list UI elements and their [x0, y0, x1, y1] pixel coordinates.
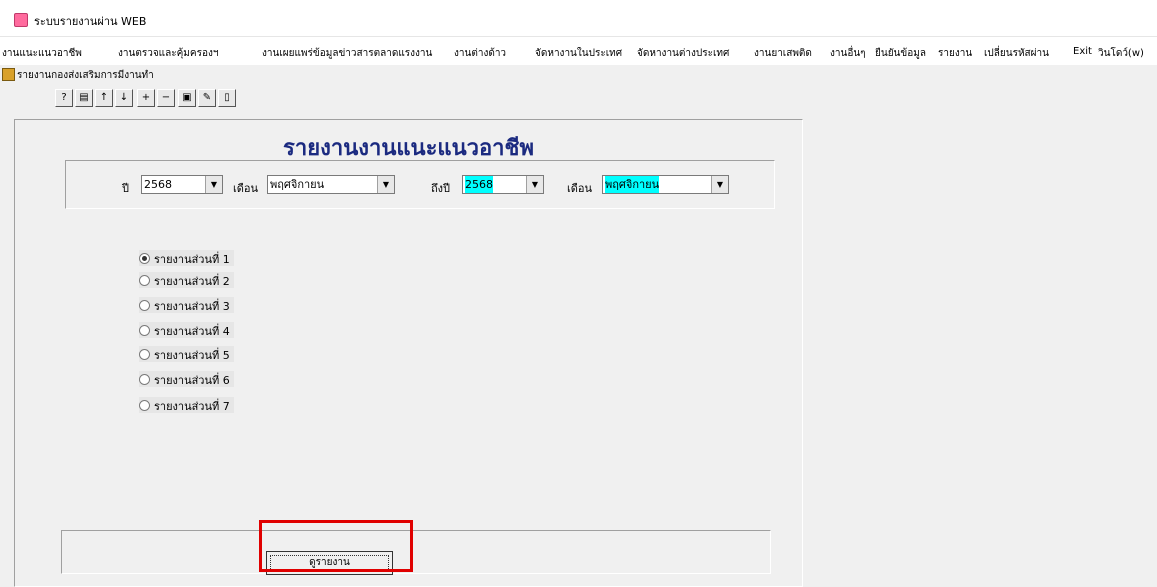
- report-part-1-option[interactable]: รายงานส่วนที่ 1: [139, 250, 234, 266]
- year-to-label: ถึงปี: [431, 182, 451, 195]
- chevron-down-icon[interactable]: ▼: [377, 176, 394, 193]
- month-to-label: เดือน: [567, 182, 593, 195]
- menu-domestic-jobs[interactable]: จัดหางานในประเทศ: [535, 46, 622, 61]
- chevron-down-icon[interactable]: ▼: [526, 176, 543, 193]
- arrow-up-icon[interactable]: ↑: [95, 89, 113, 107]
- menu-exit[interactable]: Exit: [1073, 46, 1092, 57]
- mdi-title: รายงานกองส่งเสริมการมีงานทำ: [17, 70, 154, 81]
- report-window-icon: [2, 68, 15, 81]
- menu-foreign-workers[interactable]: งานต่างด้าว: [454, 46, 506, 61]
- help-icon[interactable]: ?: [55, 89, 73, 107]
- edit-icon[interactable]: ✎: [198, 89, 216, 107]
- exit-door-icon[interactable]: ▯: [218, 89, 236, 107]
- menu-window[interactable]: วินโดว์(w): [1098, 46, 1144, 61]
- year-from-label: ปี: [122, 182, 129, 195]
- app-icon: [14, 13, 28, 27]
- report-part-5-option[interactable]: รายงานส่วนที่ 5: [139, 346, 234, 362]
- radio-selected[interactable]: [139, 253, 150, 264]
- window-title: ระบบรายงานผ่าน WEB: [34, 15, 147, 28]
- chevron-down-icon[interactable]: ▼: [205, 176, 222, 193]
- radio[interactable]: [139, 300, 150, 311]
- year-to-select[interactable]: 2568 ▼: [462, 175, 544, 194]
- menu-overseas-jobs[interactable]: จัดหางานต่างประเทศ: [637, 46, 729, 61]
- menu-bar: งานแนะแนวอาชีพ งานตรวจและคุ้มครองฯ งานเผ…: [0, 37, 1157, 65]
- view-report-label: ดูรายงาน: [270, 555, 389, 571]
- view-report-button[interactable]: ดูรายงาน: [266, 551, 393, 575]
- month-from-label: เดือน: [233, 182, 259, 195]
- title-bar: ระบบรายงานผ่าน WEB: [0, 0, 1157, 37]
- radio[interactable]: [139, 374, 150, 385]
- report-form-panel: รายงานงานแนะแนวอาชีพ ปี 2568 ▼ เดือน พฤศ…: [14, 119, 803, 587]
- report-part-4-option[interactable]: รายงานส่วนที่ 4: [139, 322, 234, 338]
- delete-record-icon[interactable]: −: [157, 89, 175, 107]
- month-from-select[interactable]: พฤศจิกายน ▼: [267, 175, 395, 194]
- save-icon[interactable]: ▣: [178, 89, 196, 107]
- action-group: [61, 530, 771, 574]
- mdi-child-titlebar: รายงานกองส่งเสริมการมีงานทำ: [0, 66, 1157, 82]
- radio[interactable]: [139, 275, 150, 286]
- add-record-icon[interactable]: +: [137, 89, 155, 107]
- toolbar: ? ▤ ↑ ↓ + − ▣ ✎ ▯: [0, 83, 1157, 115]
- menu-career-guidance[interactable]: งานแนะแนวอาชีพ: [2, 46, 82, 61]
- report-part-3-option[interactable]: รายงานส่วนที่ 3: [139, 297, 234, 313]
- arrow-down-icon[interactable]: ↓: [115, 89, 133, 107]
- radio[interactable]: [139, 349, 150, 360]
- month-to-select[interactable]: พฤศจิกายน ▼: [602, 175, 729, 194]
- year-from-select[interactable]: 2568 ▼: [141, 175, 223, 194]
- report-part-6-option[interactable]: รายงานส่วนที่ 6: [139, 371, 234, 387]
- radio[interactable]: [139, 400, 150, 411]
- menu-labor-market-info[interactable]: งานเผยแพร่ข้อมูลข่าวสารตลาดแรงงาน: [262, 46, 432, 61]
- chevron-down-icon[interactable]: ▼: [711, 176, 728, 193]
- report-part-7-option[interactable]: รายงานส่วนที่ 7: [139, 397, 234, 413]
- menu-narcotics[interactable]: งานยาเสพติด: [754, 46, 812, 61]
- menu-inspection[interactable]: งานตรวจและคุ้มครองฯ: [118, 46, 218, 61]
- menu-change-password[interactable]: เปลี่ยนรหัสผ่าน: [984, 46, 1049, 61]
- report-part-2-option[interactable]: รายงานส่วนที่ 2: [139, 272, 234, 288]
- menu-confirm-data[interactable]: ยืนยันข้อมูล: [875, 46, 926, 61]
- radio[interactable]: [139, 325, 150, 336]
- date-filter-group: ปี 2568 ▼ เดือน พฤศจิกายน ▼ ถึงปี 2568 ▼…: [65, 160, 775, 209]
- menu-reports[interactable]: รายงาน: [938, 46, 972, 61]
- menu-others[interactable]: งานอื่นๆ: [830, 46, 866, 61]
- print-preview-icon[interactable]: ▤: [75, 89, 93, 107]
